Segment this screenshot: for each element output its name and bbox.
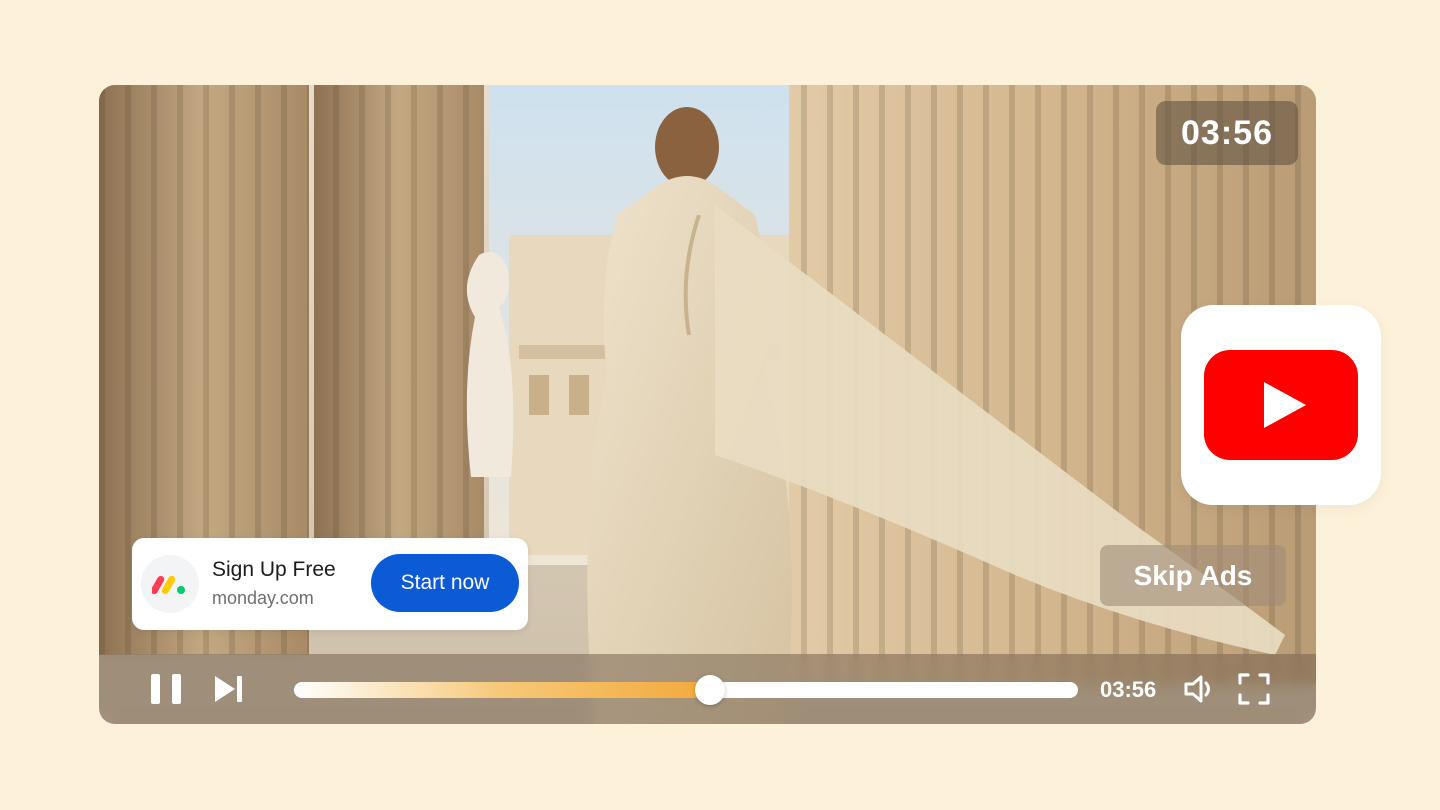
- ad-text: Sign Up Free monday.com: [212, 557, 336, 611]
- ad-card[interactable]: Sign Up Free monday.com Start now: [132, 538, 528, 630]
- youtube-logo: [1204, 350, 1358, 460]
- pause-icon[interactable]: [149, 673, 183, 705]
- current-time: 03:56: [1100, 677, 1157, 702]
- fullscreen-icon[interactable]: [1238, 673, 1270, 705]
- ad-domain: monday.com: [212, 588, 314, 608]
- progress-bar[interactable]: [294, 675, 1078, 705]
- progress-fill: [294, 682, 710, 698]
- youtube-logo-tile: [1181, 305, 1381, 505]
- volume-icon[interactable]: [1182, 672, 1216, 706]
- skip-ads-button[interactable]: Skip Ads: [1100, 545, 1286, 606]
- page: 03:56 Skip Ads Sign Up Free monday.com S…: [0, 0, 1440, 810]
- progress-thumb[interactable]: [694, 675, 725, 705]
- monday-logo-icon: [141, 555, 199, 613]
- video-player[interactable]: 03:56 Skip Ads Sign Up Free monday.com S…: [99, 85, 1316, 724]
- skip-next-icon[interactable]: [213, 674, 245, 704]
- ad-title: Sign Up Free: [212, 558, 336, 581]
- start-now-button[interactable]: Start now: [371, 554, 519, 612]
- player-controls: 03:56: [99, 654, 1316, 724]
- duration-badge: 03:56: [1156, 101, 1298, 165]
